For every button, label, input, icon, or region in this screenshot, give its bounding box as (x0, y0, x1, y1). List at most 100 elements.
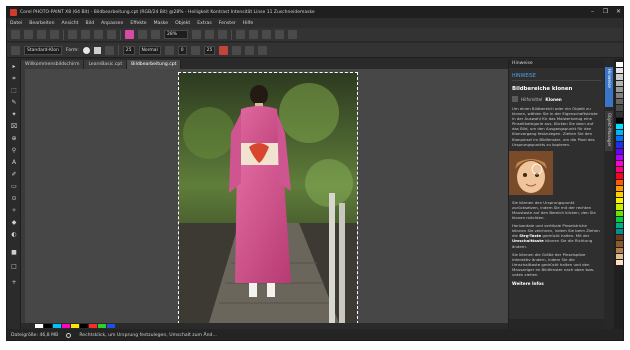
palette-swatch[interactable] (615, 92, 623, 99)
minimize-icon[interactable]: – (588, 8, 597, 16)
palette-swatch[interactable] (615, 136, 623, 142)
mask-transform-tool-icon[interactable]: ⌗ (10, 75, 18, 82)
nib-dropdown-icon[interactable] (104, 45, 114, 55)
cut-icon[interactable] (68, 30, 77, 39)
close-icon[interactable]: ✕ (614, 8, 623, 16)
settings-gear-icon[interactable] (275, 30, 284, 39)
options-dropdown-icon[interactable] (288, 30, 297, 39)
freehand-mask-tool-icon[interactable]: ✎ (10, 99, 18, 106)
object-icon[interactable] (262, 30, 271, 39)
palette-swatch[interactable] (615, 222, 623, 229)
paint-tool-icon[interactable]: ✐ (10, 171, 18, 178)
palette-swatch[interactable] (615, 241, 623, 247)
corel-connect-icon[interactable] (125, 30, 134, 39)
brush-settings-icon[interactable] (245, 45, 255, 55)
tab-bildbearbeitung[interactable]: Bildbearbeitung.cpt (127, 60, 182, 69)
palette-swatch[interactable] (80, 324, 88, 328)
reset-icon[interactable] (219, 45, 229, 55)
palette-swatch[interactable] (615, 216, 623, 222)
palette-swatch[interactable] (107, 324, 115, 328)
add-icon[interactable] (258, 45, 268, 55)
restore-icon[interactable]: ❐ (601, 8, 610, 16)
paste-icon[interactable] (94, 30, 103, 39)
menu-maske[interactable]: Maske (154, 21, 169, 26)
add-tool-icon[interactable]: + (10, 279, 18, 286)
more-info-link[interactable]: Weitere Infos (512, 281, 601, 286)
palette-swatch[interactable] (615, 260, 623, 266)
rectangle-mask-tool-icon[interactable]: ⬚ (10, 87, 18, 94)
palette-swatch[interactable] (615, 210, 623, 216)
palette-swatch[interactable] (615, 123, 623, 130)
palette-swatch[interactable] (615, 74, 623, 80)
round-nib-icon[interactable] (82, 46, 90, 54)
palette-swatch[interactable] (615, 99, 623, 105)
image-canvas[interactable] (178, 72, 358, 323)
menu-ansicht[interactable]: Ansicht (62, 21, 79, 26)
palette-swatch[interactable] (615, 247, 623, 253)
save-icon[interactable] (37, 30, 46, 39)
palette-swatch[interactable] (615, 86, 623, 92)
palette-swatch[interactable] (615, 204, 623, 210)
undo-icon[interactable] (107, 30, 116, 39)
open-folder-icon[interactable] (24, 30, 33, 39)
palette-swatch[interactable] (615, 80, 623, 86)
menu-bearbeiten[interactable]: Bearbeiten (29, 21, 54, 26)
transparency-field[interactable]: 0 (177, 45, 187, 55)
crop-tool-icon[interactable]: ⌧ (10, 123, 18, 130)
palette-swatch[interactable] (615, 185, 623, 191)
palette-swatch[interactable] (615, 148, 623, 154)
palette-swatch[interactable] (615, 161, 623, 167)
palette-swatch[interactable] (615, 68, 623, 74)
mask-mode-icon[interactable] (236, 30, 245, 39)
palette-swatch[interactable] (615, 229, 623, 235)
new-document-icon[interactable] (11, 30, 20, 39)
palette-swatch[interactable] (35, 324, 43, 328)
palette-swatch[interactable] (615, 173, 623, 179)
soften-field[interactable]: 25 (203, 45, 216, 55)
menu-bild[interactable]: Bild (85, 21, 94, 26)
menu-objekt[interactable]: Objekt (175, 21, 190, 26)
brush-size-field[interactable]: 25 (122, 45, 135, 55)
zoom-level-dropdown[interactable]: 28% (164, 30, 188, 39)
effect-tool-icon[interactable]: ✧ (10, 207, 18, 214)
square-nib-icon[interactable] (93, 46, 101, 54)
zoom-out-icon[interactable] (205, 30, 214, 39)
zoom-in-icon[interactable] (192, 30, 201, 39)
import-icon[interactable] (138, 30, 147, 39)
tab-welcome[interactable]: Willkommensbildschirm (21, 60, 85, 69)
palette-swatch[interactable] (615, 62, 623, 68)
background-color-swatch[interactable]: □ (10, 263, 18, 270)
text-tool-icon[interactable]: A (10, 159, 18, 166)
palette-swatch[interactable] (62, 324, 70, 328)
palette-swatch[interactable] (615, 198, 623, 204)
magic-wand-tool-icon[interactable]: ✦ (10, 111, 18, 118)
zoom-tool-icon[interactable]: ⊕ (10, 135, 18, 142)
palette-swatch[interactable] (615, 117, 623, 123)
palette-swatch[interactable] (615, 167, 623, 173)
foreground-color-swatch[interactable]: ■ (10, 249, 18, 256)
palette-swatch[interactable] (615, 235, 623, 241)
image-workspace[interactable] (21, 69, 508, 323)
palette-swatch[interactable] (615, 105, 623, 111)
menu-anpassen[interactable]: Anpassen (101, 21, 123, 26)
clone-tool-icon[interactable]: ⊙ (10, 195, 18, 202)
brush-type-dropdown[interactable]: Standard-Klon (24, 45, 62, 55)
full-screen-icon[interactable] (218, 30, 227, 39)
print-icon[interactable] (50, 30, 59, 39)
menu-effekte[interactable]: Effekte (130, 21, 146, 26)
palette-swatch[interactable] (615, 142, 623, 148)
antialias-icon[interactable] (232, 45, 242, 55)
palette-swatch[interactable] (615, 191, 623, 198)
eraser-tool-icon[interactable]: ▭ (10, 183, 18, 190)
show-mask-icon[interactable] (249, 30, 258, 39)
palette-swatch[interactable] (98, 324, 106, 328)
menu-datei[interactable]: Datei (10, 21, 22, 26)
menu-fenster[interactable]: Fenster (219, 21, 236, 26)
merge-mode-dropdown[interactable]: Normal (138, 45, 161, 55)
palette-swatch[interactable] (615, 130, 623, 136)
palette-swatch[interactable] (615, 111, 623, 117)
palette-swatch[interactable] (71, 324, 79, 328)
palette-swatch[interactable] (615, 154, 623, 160)
copy-icon[interactable] (81, 30, 90, 39)
palette-swatch[interactable] (89, 324, 97, 328)
